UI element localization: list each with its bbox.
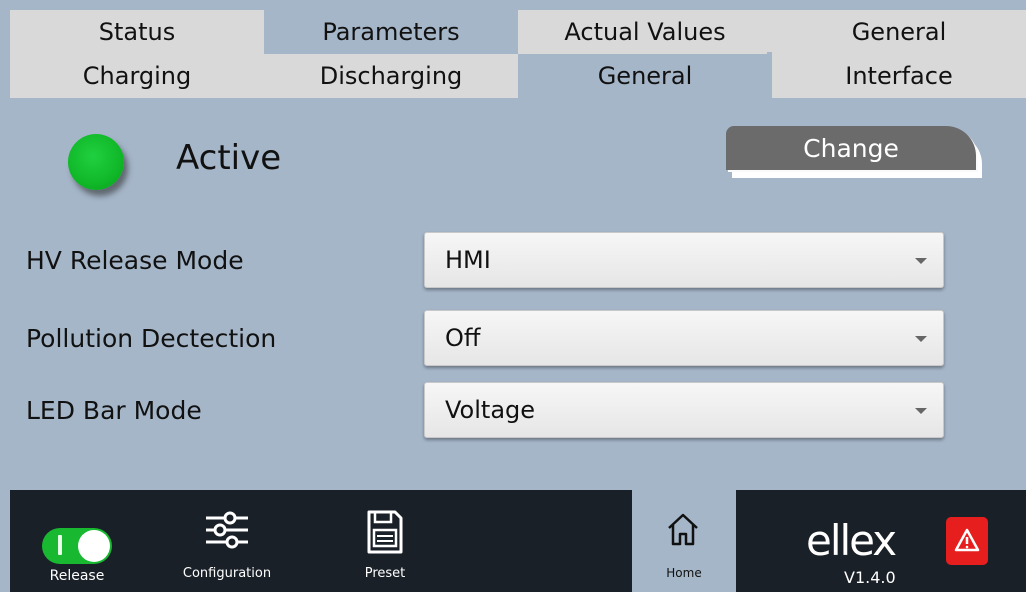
preset-label: Preset [364, 566, 406, 581]
tab-label: General [597, 62, 693, 90]
chevron-down-icon [915, 336, 927, 342]
pollution-detection-label: Pollution Dectection [26, 324, 277, 353]
tab-label: Discharging [319, 62, 463, 90]
status-label: Active [176, 138, 282, 178]
led-bar-mode-value: Voltage [445, 396, 536, 424]
change-button[interactable]: Change [726, 126, 984, 180]
tab-label: Parameters [322, 18, 460, 46]
tab-discharging[interactable]: Discharging [264, 54, 518, 98]
version-label: V1.4.0 [844, 568, 896, 587]
tab-general-main[interactable]: General [772, 10, 1026, 54]
tab-parameters[interactable]: Parameters [264, 10, 518, 54]
tab-charging[interactable]: Charging [10, 54, 264, 98]
tab-label: Charging [82, 62, 192, 90]
warning-icon [954, 528, 980, 552]
bottom-bar: Home Release Configuration Preset ellex [10, 490, 1026, 592]
tab-actual-values[interactable]: Actual Values [518, 10, 772, 54]
brand-logo: ellex [806, 516, 897, 565]
home-button[interactable]: Home [632, 490, 736, 592]
tab-row-main: Status Parameters Actual Values General [10, 10, 1026, 54]
warning-button[interactable] [946, 517, 988, 565]
tab-general-sub[interactable]: General [518, 54, 772, 98]
configuration-label: Configuration [182, 566, 272, 581]
chevron-down-icon [915, 258, 927, 264]
hv-release-mode-value: HMI [445, 246, 491, 274]
change-button-label: Change [726, 126, 976, 170]
chevron-down-icon [915, 408, 927, 414]
status-indicator-led [68, 134, 124, 190]
sliders-icon [206, 511, 248, 549]
pollution-detection-value: Off [445, 324, 481, 352]
tab-label: Status [98, 18, 176, 46]
hv-release-mode-select[interactable]: HMI [424, 232, 944, 288]
pollution-detection-select[interactable]: Off [424, 310, 944, 366]
led-bar-mode-select[interactable]: Voltage [424, 382, 944, 438]
toggle-knob [78, 530, 110, 562]
hv-release-mode-label: HV Release Mode [26, 246, 244, 275]
toggle-switch-icon [42, 528, 112, 564]
toggle-on-mark [58, 535, 62, 555]
home-label: Home [666, 566, 702, 580]
tab-row-sub: Charging Discharging General Interface [10, 54, 1026, 98]
tab-label: Interface [845, 62, 953, 90]
tab-label: General [851, 18, 947, 46]
tab-status[interactable]: Status [10, 10, 264, 54]
tab-label: Actual Values [564, 18, 726, 46]
release-label: Release [49, 568, 105, 584]
tab-interface[interactable]: Interface [772, 54, 1026, 98]
led-bar-mode-label: LED Bar Mode [26, 396, 202, 425]
tab-bar: Status Parameters Actual Values General … [10, 10, 1026, 98]
home-icon [668, 513, 698, 546]
save-icon [367, 510, 403, 554]
